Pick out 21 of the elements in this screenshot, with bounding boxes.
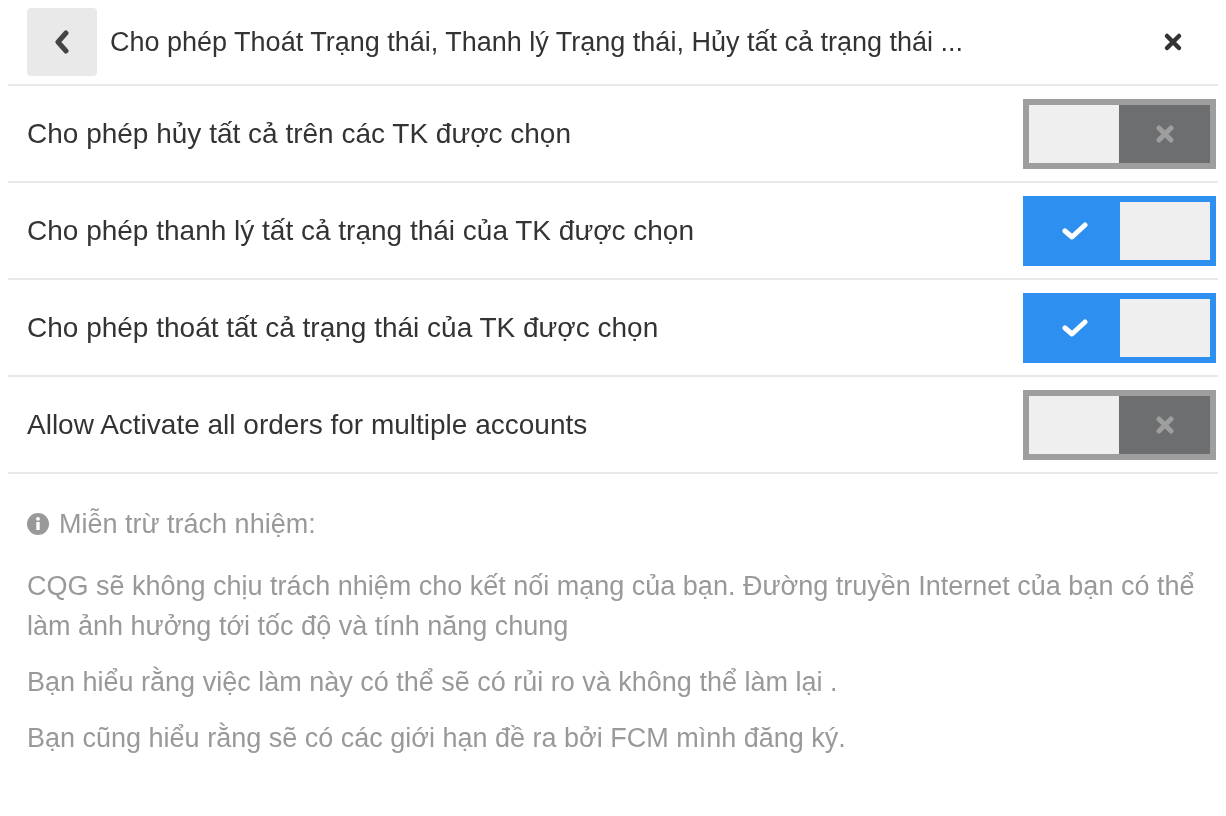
disclaimer-text: Bạn hiểu rằng việc làm này có thể sẽ có rủi ro và không thể làm lại . <box>27 665 839 699</box>
setting-label: Cho phép thoát tất cả trạng thái của TK được chọn <box>27 310 659 345</box>
setting-label: Cho phép hủy tất cả trên các TK được chọn <box>27 116 571 151</box>
check-icon <box>1061 317 1088 338</box>
toggle-switch[interactable] <box>1023 292 1216 363</box>
dialog-title: Cho phép Thoát Trạng thái, Thanh lý Trạng thái, Hủy tất cả trạng thái ... <box>110 25 965 59</box>
close-icon <box>1163 32 1183 52</box>
disclaimer-text: Bạn cũng hiểu rằng sẽ có các giới hạn đề ra bởi FCM mình đăng ký. <box>27 721 847 755</box>
toggle-switch[interactable] <box>1023 389 1216 460</box>
disclaimer-title: Miễn trừ trách nhiệm: <box>59 507 316 541</box>
info-icon <box>27 513 49 535</box>
check-icon <box>1061 220 1088 241</box>
x-icon <box>1155 415 1174 434</box>
back-button[interactable] <box>27 8 97 76</box>
setting-label: Allow Activate all orders for multiple accounts <box>27 407 588 442</box>
toggle-switch[interactable] <box>1023 98 1216 169</box>
disclaimer-text: CQG sẽ không chịu trách nhiệm cho kết nối mạng của bạn. Đường truyền Internet của bạn có thể làm ảnh hưởng tới tốc độ và tính năng chung <box>27 570 1196 643</box>
chevron-left-icon <box>54 30 70 54</box>
toggle-switch[interactable] <box>1023 195 1216 266</box>
setting-label: Cho phép thanh lý tất cả trạng thái của TK được chọn <box>27 213 694 248</box>
x-icon <box>1155 124 1174 143</box>
